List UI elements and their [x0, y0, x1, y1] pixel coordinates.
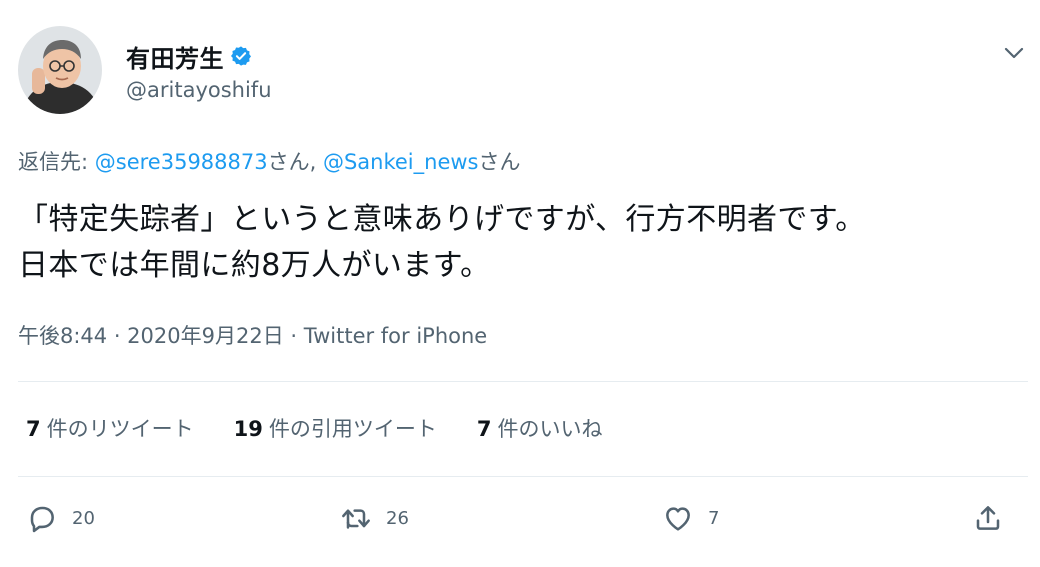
reply-suffix: さん,: [267, 150, 323, 174]
tweet-text-line: 日本では年間に約8万人がいます。: [18, 248, 491, 283]
tweet-card: 有田芳生 @aritayoshifu 返信先: @sere35988873さん,…: [0, 0, 1040, 567]
tweet-timestamp[interactable]: 午後8:44 · 2020年9月22日 · Twitter for iPhone: [18, 320, 487, 350]
likes-count: 7: [476, 417, 492, 441]
mention-link[interactable]: @Sankei_news: [323, 150, 479, 174]
reply-prefix: 返信先:: [18, 150, 95, 174]
tweet-text-line: 「特定失踪者」というと意味ありげですが、行方不明者です。: [18, 202, 866, 237]
quotes-stat[interactable]: 19 件の引用ツイート: [234, 413, 437, 443]
tweet-header: 有田芳生 @aritayoshifu: [18, 26, 1028, 121]
retweets-count: 7: [26, 417, 41, 441]
retweets-stat[interactable]: 7 件のリツイート: [26, 413, 194, 443]
display-name-row: 有田芳生: [126, 39, 272, 74]
likes-label: 件のいいね: [497, 417, 603, 441]
reply-suffix: さん: [478, 150, 521, 174]
like-button[interactable]: 7: [662, 502, 719, 534]
user-handle[interactable]: @aritayoshifu: [126, 78, 272, 102]
reply-count: 20: [72, 507, 95, 529]
avatar[interactable]: [18, 26, 102, 114]
divider: [18, 381, 1028, 382]
retweet-button[interactable]: 26: [340, 502, 409, 534]
engagement-stats: 7 件のリツイート 19 件の引用ツイート 7 件のいいね: [26, 413, 602, 443]
quotes-count: 19: [233, 417, 263, 441]
reply-button[interactable]: 20: [26, 502, 95, 534]
reply-icon: [30, 506, 54, 533]
share-button[interactable]: [972, 502, 1004, 534]
like-count: 7: [708, 507, 720, 529]
reply-to-line: 返信先: @sere35988873さん, @Sankei_newsさん: [18, 146, 521, 176]
tweet-text: 「特定失踪者」というと意味ありげですが、行方不明者です。 日本では年間に約8万人…: [18, 197, 1028, 289]
chevron-down-icon[interactable]: [1000, 41, 1028, 65]
mention-link[interactable]: @sere35988873: [95, 150, 268, 174]
likes-stat[interactable]: 7 件のいいね: [477, 413, 603, 443]
quotes-label: 件の引用ツイート: [268, 417, 437, 441]
action-bar: 20 26 7: [26, 502, 1026, 542]
display-name[interactable]: 有田芳生: [126, 39, 224, 74]
retweet-count: 26: [386, 507, 409, 529]
retweets-label: 件のリツイート: [46, 417, 194, 441]
verified-badge-icon: [230, 45, 252, 67]
retweet-icon: [342, 509, 370, 529]
heart-icon: [666, 507, 690, 531]
divider: [18, 476, 1028, 477]
user-names: 有田芳生 @aritayoshifu: [126, 39, 272, 103]
share-icon: [976, 506, 1000, 530]
